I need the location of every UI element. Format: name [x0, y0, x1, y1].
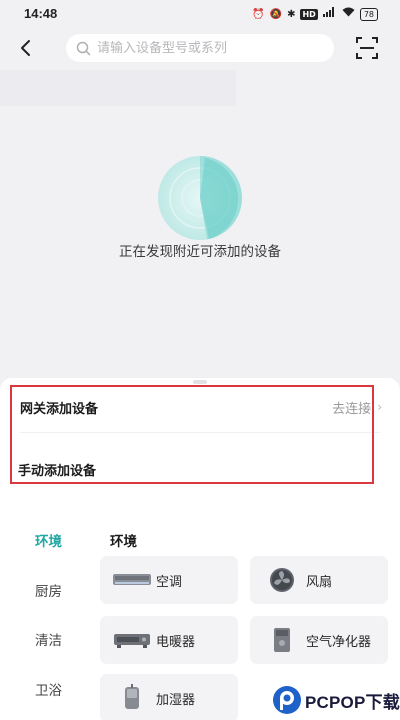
- status-time: 14:48: [24, 6, 58, 21]
- top-bar: [0, 30, 400, 70]
- device-label: 风扇: [306, 574, 333, 590]
- mute-icon: 🔕: [269, 8, 283, 20]
- sheet-handle[interactable]: [193, 380, 207, 384]
- watermark-brand: PCPOP下载: [305, 692, 400, 712]
- device-label: 电暖器: [156, 634, 196, 650]
- gateway-connect-label: 去连接: [332, 401, 372, 417]
- air-conditioner-icon: [112, 565, 152, 595]
- fan-icon: [262, 565, 302, 595]
- chevron-right-icon: ›: [377, 400, 382, 414]
- manual-add-label: 手动添加设备: [18, 463, 97, 479]
- device-card-heater[interactable]: 电暖器: [100, 616, 238, 664]
- humidifier-icon: [112, 683, 152, 713]
- device-label: 加湿器: [156, 692, 196, 708]
- hd-badge: HD: [300, 9, 318, 20]
- scan-button[interactable]: [354, 35, 380, 61]
- wifi-icon: [342, 7, 355, 22]
- search-input[interactable]: [97, 40, 317, 56]
- gateway-add-row[interactable]: 网关添加设备 去连接 ›: [20, 390, 382, 424]
- bluetooth-icon: ✱: [287, 8, 296, 20]
- discovery-status-text: 正在发现附近可添加的设备: [119, 244, 281, 260]
- scan-icon: [356, 37, 378, 59]
- back-arrow-icon: [21, 40, 30, 56]
- gateway-add-label: 网关添加设备: [20, 401, 99, 417]
- search-box[interactable]: [66, 34, 334, 62]
- signal-icon: [322, 7, 337, 22]
- category-environment[interactable]: 环境: [35, 530, 62, 550]
- section-title: 环境: [110, 534, 137, 550]
- device-label: 空气净化器: [306, 634, 372, 650]
- device-label: 空调: [156, 574, 183, 590]
- battery-indicator: 78: [359, 8, 378, 21]
- alarm-icon: ⏰: [252, 8, 265, 20]
- back-button[interactable]: [12, 34, 40, 62]
- status-icons: ⏰ 🔕 ✱ HD 78: [252, 7, 378, 22]
- device-card-air-purifier[interactable]: 空气净化器: [250, 616, 388, 664]
- category-bathroom[interactable]: 卫浴: [35, 679, 62, 699]
- background-panel: [0, 70, 236, 106]
- gateway-connect-action[interactable]: 去连接 ›: [332, 398, 382, 417]
- radar-scan-icon: [158, 156, 242, 240]
- divider: [20, 432, 380, 433]
- category-kitchen[interactable]: 厨房: [35, 580, 62, 600]
- pcpop-logo-icon: [273, 686, 301, 714]
- watermark: PCPOP下载: [272, 680, 400, 720]
- search-icon: [76, 41, 91, 55]
- heater-icon: [112, 625, 152, 655]
- device-card-humidifier[interactable]: 加湿器: [100, 674, 238, 720]
- status-bar: 14:48 ⏰ 🔕 ✱ HD 78: [0, 0, 400, 30]
- air-purifier-icon: [262, 625, 302, 655]
- manual-add-row[interactable]: 手动添加设备: [18, 456, 96, 482]
- category-cleaning[interactable]: 清洁: [35, 629, 62, 649]
- device-card-air-conditioner[interactable]: 空调: [100, 556, 238, 604]
- device-card-fan[interactable]: 风扇: [250, 556, 388, 604]
